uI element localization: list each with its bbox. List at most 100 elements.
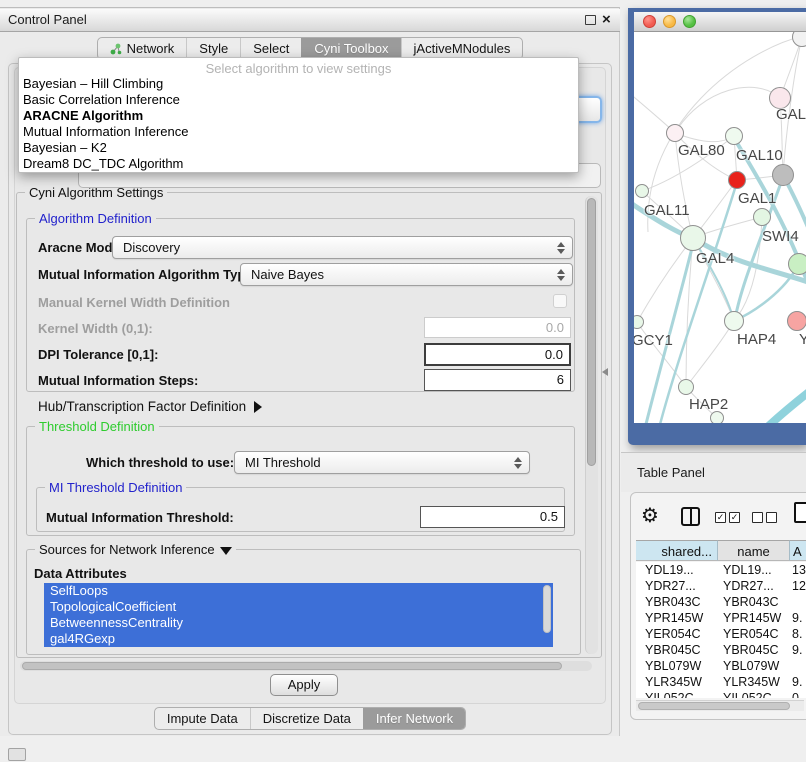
float-window-icon[interactable]	[585, 15, 596, 25]
table-panel-strip: Table Panel	[621, 452, 806, 492]
network-node[interactable]	[666, 124, 684, 142]
table-row[interactable]: YER054C YER054C 8.	[636, 626, 806, 642]
tab-cyni-toolbox[interactable]: Cyni Toolbox	[301, 38, 400, 59]
scrollbar-thumb[interactable]	[587, 198, 596, 466]
algorithm-options-list: Bayesian – Hill Climbing Basic Correlati…	[19, 76, 578, 172]
network-node[interactable]	[725, 127, 743, 145]
table-row[interactable]: YDR27... YDR27... 12	[636, 578, 806, 594]
settings-horizontal-scrollbar[interactable]	[20, 661, 592, 671]
hub-section-label: Hub/Transcription Factor Definition	[38, 399, 246, 414]
cell-value: 9.	[790, 674, 806, 690]
table-row[interactable]: YPR145W YPR145W 9.	[636, 610, 806, 626]
cell-value: 13	[790, 562, 806, 578]
tab-select[interactable]: Select	[240, 38, 301, 59]
cell-name: YDR27...	[718, 578, 790, 594]
screen: Control Panel × Network Style Select Cyn…	[0, 0, 806, 762]
gear-icon[interactable]: ⚙	[641, 503, 659, 527]
bottom-tab-group: Impute Data Discretize Data Infer Networ…	[154, 707, 466, 730]
settings-vertical-scrollbar[interactable]	[585, 196, 598, 654]
zoom-traffic-light[interactable]	[683, 15, 696, 28]
sources-toggle[interactable]: Sources for Network Inference	[35, 542, 236, 557]
column-header-partial[interactable]: A	[790, 540, 806, 561]
algorithm-option[interactable]: Bayesian – Hill Climbing	[19, 76, 578, 92]
algorithm-option[interactable]: Dream8 DC_TDC Algorithm	[19, 156, 578, 172]
column-header-shared-name[interactable]: shared...	[636, 540, 718, 561]
data-attribute-item[interactable]: BetweennessCentrality	[44, 615, 553, 631]
network-node-label: GAL1	[738, 190, 776, 207]
minimized-panel-icon[interactable]	[8, 748, 26, 761]
bottom-tabbar: Impute Data Discretize Data Infer Networ…	[0, 707, 620, 730]
data-attribute-item[interactable]: TopologicalCoefficient	[44, 599, 553, 615]
network-node[interactable]	[753, 208, 771, 226]
apply-button[interactable]: Apply	[270, 674, 338, 696]
table-row[interactable]: YDL19... YDL19... 13	[636, 562, 806, 578]
which-threshold-combobox[interactable]: MI Threshold	[234, 451, 530, 474]
tab-discretize-data[interactable]: Discretize Data	[250, 708, 363, 729]
select-all-checkbox-icon[interactable]: ✓	[729, 512, 740, 523]
network-node[interactable]	[788, 253, 806, 275]
dpi-tolerance-input[interactable]: 0.0	[424, 343, 571, 366]
algorithm-option[interactable]: Basic Correlation Inference	[19, 92, 578, 108]
table-row[interactable]: YBR045C YBR045C 9.	[636, 642, 806, 658]
network-node-label: GAL11	[644, 202, 690, 219]
close-icon[interactable]: ×	[602, 10, 611, 30]
table-row[interactable]: YBL079W YBL079W	[636, 658, 806, 674]
cell-shared-name: YBR045C	[636, 642, 718, 658]
table-horizontal-scrollbar[interactable]	[636, 700, 804, 711]
algorithm-option[interactable]: ARACNE Algorithm	[19, 108, 578, 124]
mi-steps-input[interactable]: 6	[424, 369, 571, 391]
algorithm-option[interactable]: Bayesian – K2	[19, 140, 578, 156]
network-window-titlebar[interactable]	[634, 12, 806, 32]
attributes-scrollbar-thumb[interactable]	[543, 585, 551, 633]
scrollbar-thumb[interactable]	[22, 662, 562, 670]
network-node[interactable]	[728, 171, 746, 189]
table-row[interactable]: YBR043C YBR043C	[636, 594, 806, 610]
network-node-label: GCY1	[634, 332, 673, 349]
tab-jactivemnodules[interactable]: jActiveMNodules	[401, 38, 523, 59]
tab-network[interactable]: Network	[98, 38, 187, 59]
tab-infer-network[interactable]: Infer Network	[363, 708, 465, 729]
table-row[interactable]: YIL052C YIL052C 0.	[636, 690, 806, 698]
cell-shared-name: YDR27...	[636, 578, 718, 594]
kernel-width-input[interactable]: 0.0	[424, 317, 571, 338]
manual-kernel-label: Manual Kernel Width Definition	[38, 295, 230, 310]
network-node[interactable]	[678, 379, 694, 395]
columns-icon[interactable]	[681, 507, 700, 526]
deselect-all-checkbox-icon[interactable]	[752, 512, 763, 523]
select-all-checkbox-icon[interactable]: ✓	[715, 512, 726, 523]
network-canvas[interactable]: GALGAL80GAL10GAL1GAL11GAL4SWI4HAP4YGCY1H…	[634, 32, 806, 423]
export-table-icon[interactable]	[794, 502, 806, 523]
data-attribute-item[interactable]: gal4RGexp	[44, 631, 553, 647]
scrollbar-thumb[interactable]	[638, 702, 790, 710]
manual-kernel-checkbox[interactable]	[553, 294, 567, 308]
cell-shared-name: YBR043C	[636, 594, 718, 610]
cell-value: 12	[790, 578, 806, 594]
mi-algorithm-type-combobox[interactable]: Naive Bayes	[240, 263, 573, 286]
network-node[interactable]	[724, 311, 744, 331]
table-row[interactable]: YLR345W YLR345W 9.	[636, 674, 806, 690]
hub-section-toggle[interactable]: Hub/Transcription Factor Definition	[38, 399, 262, 414]
tab-style[interactable]: Style	[186, 38, 240, 59]
minimize-traffic-light[interactable]	[663, 15, 676, 28]
panel-resize-handle[interactable]	[602, 368, 608, 376]
aracne-mode-combobox[interactable]: Discovery	[112, 236, 573, 259]
data-attribute-item[interactable]: SelfLoops	[44, 583, 553, 599]
deselect-all-checkbox-icon[interactable]	[766, 512, 777, 523]
network-node[interactable]	[710, 411, 724, 423]
sources-title: Sources for Network Inference	[39, 542, 215, 557]
network-node[interactable]	[635, 184, 649, 198]
network-node-label: HAP2	[689, 396, 728, 413]
cell-name: YIL052C	[718, 690, 790, 698]
collapse-arrow-icon	[220, 547, 232, 555]
network-node[interactable]	[772, 164, 794, 186]
network-node-label: GAL80	[678, 142, 725, 159]
network-node-label: HAP4	[737, 331, 776, 348]
close-traffic-light[interactable]	[643, 15, 656, 28]
network-node[interactable]	[787, 311, 806, 331]
stepper-icon	[556, 241, 565, 255]
column-header-name[interactable]: name	[718, 540, 790, 561]
mi-threshold-input[interactable]: 0.5	[420, 506, 565, 528]
network-node[interactable]	[680, 225, 706, 251]
algorithm-option[interactable]: Mutual Information Inference	[19, 124, 578, 140]
tab-impute-data[interactable]: Impute Data	[155, 708, 250, 729]
